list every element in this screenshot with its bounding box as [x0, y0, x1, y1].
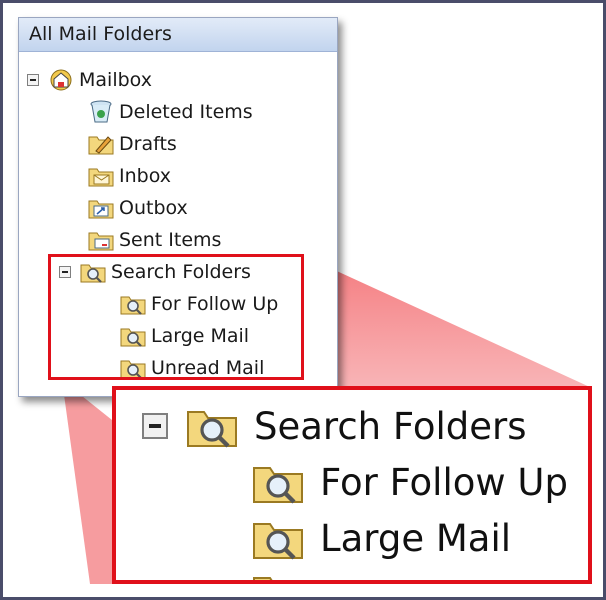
tree-label: Mailbox [79, 69, 152, 91]
callout-highlight-box [48, 254, 304, 380]
zoom-callout: Search Folders For Follow Up Large Mail [112, 386, 592, 584]
search-folder-icon [250, 456, 306, 508]
tree-node-drafts[interactable]: Drafts [87, 130, 177, 158]
zoom-label: For Follow Up [320, 460, 568, 504]
tree-label: Inbox [119, 165, 171, 187]
tree-node-mailbox[interactable]: Mailbox [27, 66, 152, 94]
search-folder-icon [250, 566, 306, 580]
drafts-folder-icon [87, 131, 115, 157]
zoom-row-for-follow-up: For Follow Up [250, 456, 568, 508]
tree-node-inbox[interactable]: Inbox [87, 162, 171, 190]
tree-label: Outbox [119, 197, 188, 219]
zoom-row-partial [250, 566, 320, 580]
outbox-folder-icon [87, 195, 115, 221]
search-folder-icon [250, 512, 306, 564]
tree-label: Sent Items [119, 229, 222, 251]
tree-node-outbox[interactable]: Outbox [87, 194, 188, 222]
zoom-label: Large Mail [320, 516, 512, 560]
mailbox-icon [47, 67, 75, 93]
tree-label: Deleted Items [119, 101, 253, 123]
collapse-icon[interactable] [27, 74, 39, 86]
pane-title: All Mail Folders [19, 18, 337, 52]
zoom-row-large-mail: Large Mail [250, 512, 511, 564]
tree-label: Drafts [119, 133, 177, 155]
sent-items-folder-icon [87, 227, 115, 253]
tree-node-sent-items[interactable]: Sent Items [87, 226, 221, 254]
collapse-icon [142, 413, 168, 439]
zoom-label: Search Folders [254, 404, 527, 448]
zoom-row-search-folders: Search Folders [142, 400, 527, 452]
inbox-folder-icon [87, 163, 115, 189]
tree-node-deleted-items[interactable]: Deleted Items [87, 98, 253, 126]
trash-icon [87, 99, 115, 125]
search-folder-icon [184, 400, 240, 452]
